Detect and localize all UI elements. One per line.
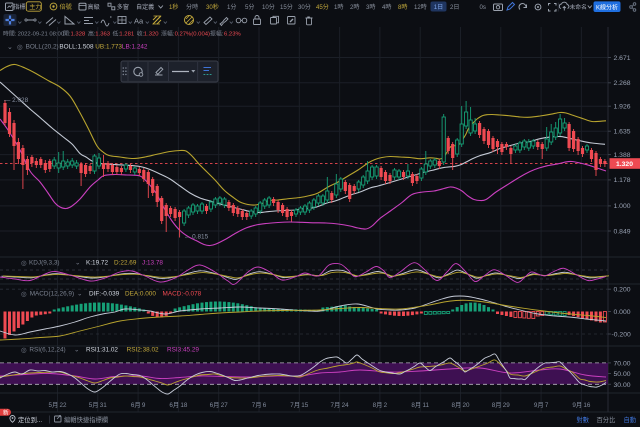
svg-text:6月 9: 6月 9 [131,401,146,409]
svg-text:1.926: 1.926 [614,104,631,111]
svg-text:1分: 1分 [227,3,236,11]
svg-text:新: 新 [3,409,9,417]
svg-text:編輯快捷指標欄: 編輯快捷指標欄 [64,415,108,424]
svg-text:1.000: 1.000 [614,203,631,210]
svg-text:多窗: 多窗 [117,3,129,11]
svg-text:6月 27: 6月 27 [210,401,229,409]
svg-text:1.320: 1.320 [144,32,159,38]
svg-text:◎: ◎ [17,44,23,51]
svg-text:10分: 10分 [262,3,275,11]
svg-text:8時: 8時 [398,3,407,11]
svg-text:D:22.69: D:22.69 [114,260,137,267]
svg-text:50.00: 50.00 [614,371,631,378]
svg-text:8月 11: 8月 11 [411,401,429,409]
svg-text:自定義: 自定義 [136,3,154,11]
svg-text:6.23%: 6.23% [224,32,241,38]
svg-text:BOLL(20,2): BOLL(20,2) [26,44,59,51]
svg-text:7月 15: 7月 15 [290,401,309,409]
svg-text:BOLL:1.508: BOLL:1.508 [59,44,94,51]
svg-text:0s: 0s [480,4,486,11]
svg-text:3時: 3時 [366,3,375,11]
svg-text:8月 2: 8月 2 [373,401,388,409]
svg-text:2時: 2時 [350,3,359,11]
svg-text:1秒: 1秒 [169,3,178,11]
svg-text:1.320: 1.320 [616,161,633,168]
svg-text:5分: 5分 [245,3,254,11]
svg-text:MACD(12,26,9): MACD(12,26,9) [30,291,74,298]
svg-text:— 2.028: — 2.028 [4,97,29,104]
svg-text:8月 20: 8月 20 [451,401,470,409]
svg-text:1.178: 1.178 [614,177,631,184]
svg-text:DEA:0.000: DEA:0.000 [125,291,156,298]
svg-text:Aa: Aa [134,17,144,26]
svg-text:-0.200: -0.200 [612,331,631,338]
svg-text:高級: 高級 [88,3,100,11]
svg-text:1時: 1時 [334,3,343,11]
svg-text:時間:: 時間: [3,30,17,38]
svg-text:RSI(6,12,24): RSI(6,12,24) [29,347,65,354]
svg-text:UB:1.773: UB:1.773 [95,44,122,51]
svg-text:⌄: ⌄ [75,260,80,267]
svg-text:0.200: 0.200 [614,287,631,294]
svg-text:DIF:-0.039: DIF:-0.039 [89,291,120,298]
svg-text:1.328: 1.328 [71,32,86,38]
svg-text:1.363: 1.363 [95,32,110,38]
svg-text:振幅:: 振幅: [210,30,224,38]
svg-text:1.635: 1.635 [614,129,631,136]
svg-text:← 0.815: ← 0.815 [184,234,209,241]
svg-text:指標: 指標 [13,3,25,11]
svg-text:漲幅:: 漲幅: [161,30,175,38]
svg-text:0.000: 0.000 [614,309,631,316]
svg-text:未命名: 未命名 [570,3,587,11]
svg-text:2.268: 2.268 [614,80,631,87]
svg-text:⌄: ⌄ [7,44,13,51]
svg-text:30分: 30分 [298,3,311,11]
svg-text:RSI2:38.02: RSI2:38.02 [127,347,159,354]
svg-text:RSI3:45.29: RSI3:45.29 [167,347,199,354]
svg-text:百分比: 百分比 [597,415,616,424]
svg-text:◎: ◎ [21,347,27,354]
svg-text:4時: 4時 [382,3,391,11]
svg-text:LB:1.242: LB:1.242 [122,44,148,51]
svg-text:5月 22: 5月 22 [48,401,67,409]
svg-text:1.388: 1.388 [614,152,631,159]
svg-text:45分: 45分 [316,3,329,11]
svg-text:70.00: 70.00 [614,360,631,367]
svg-text:2日: 2日 [450,4,459,11]
svg-text:9月 7: 9月 7 [534,401,549,409]
svg-text:0.27%(0.004): 0.27%(0.004) [175,32,210,38]
svg-text:◎: ◎ [21,291,27,298]
svg-text:30.00: 30.00 [614,382,631,389]
svg-text:倍號: 倍號 [60,3,72,11]
svg-text:J:13.78: J:13.78 [142,260,163,267]
svg-text:6月 18: 6月 18 [169,401,188,409]
svg-text:5月 31: 5月 31 [89,401,108,409]
svg-text:主力: 主力 [29,3,41,11]
svg-text:0.849: 0.849 [614,228,631,235]
svg-text:RSI1:31.02: RSI1:31.02 [86,347,118,354]
svg-text:自動: 自動 [624,415,637,424]
svg-text:1.281: 1.281 [119,32,134,38]
svg-text:對數: 對數 [577,415,590,424]
svg-text:定位到...: 定位到... [18,415,42,424]
svg-text:15分: 15分 [280,3,293,11]
svg-text:◎: ◎ [21,260,27,267]
svg-text:1日: 1日 [434,4,443,11]
svg-text:MACD:-0.078: MACD:-0.078 [163,291,202,298]
svg-text:12時: 12時 [414,3,427,11]
svg-text:2022-09-21 08:00: 2022-09-21 08:00 [18,32,65,38]
svg-text:8月 29: 8月 29 [492,401,511,409]
svg-text:分時: 分時 [186,3,198,11]
svg-text:K:19.72: K:19.72 [86,260,108,267]
svg-text:KDJ(9,3,3): KDJ(9,3,3) [29,260,60,267]
svg-text:2.671: 2.671 [614,55,631,62]
svg-text:7月 24: 7月 24 [331,401,350,409]
svg-text:9月 16: 9月 16 [572,401,591,409]
svg-text:K線分析: K線分析 [596,3,618,11]
svg-text:7月 6: 7月 6 [252,401,267,409]
svg-text:⌄: ⌄ [74,347,79,354]
svg-text:30秒: 30秒 [206,3,219,11]
svg-text:⌄: ⌄ [77,291,82,298]
